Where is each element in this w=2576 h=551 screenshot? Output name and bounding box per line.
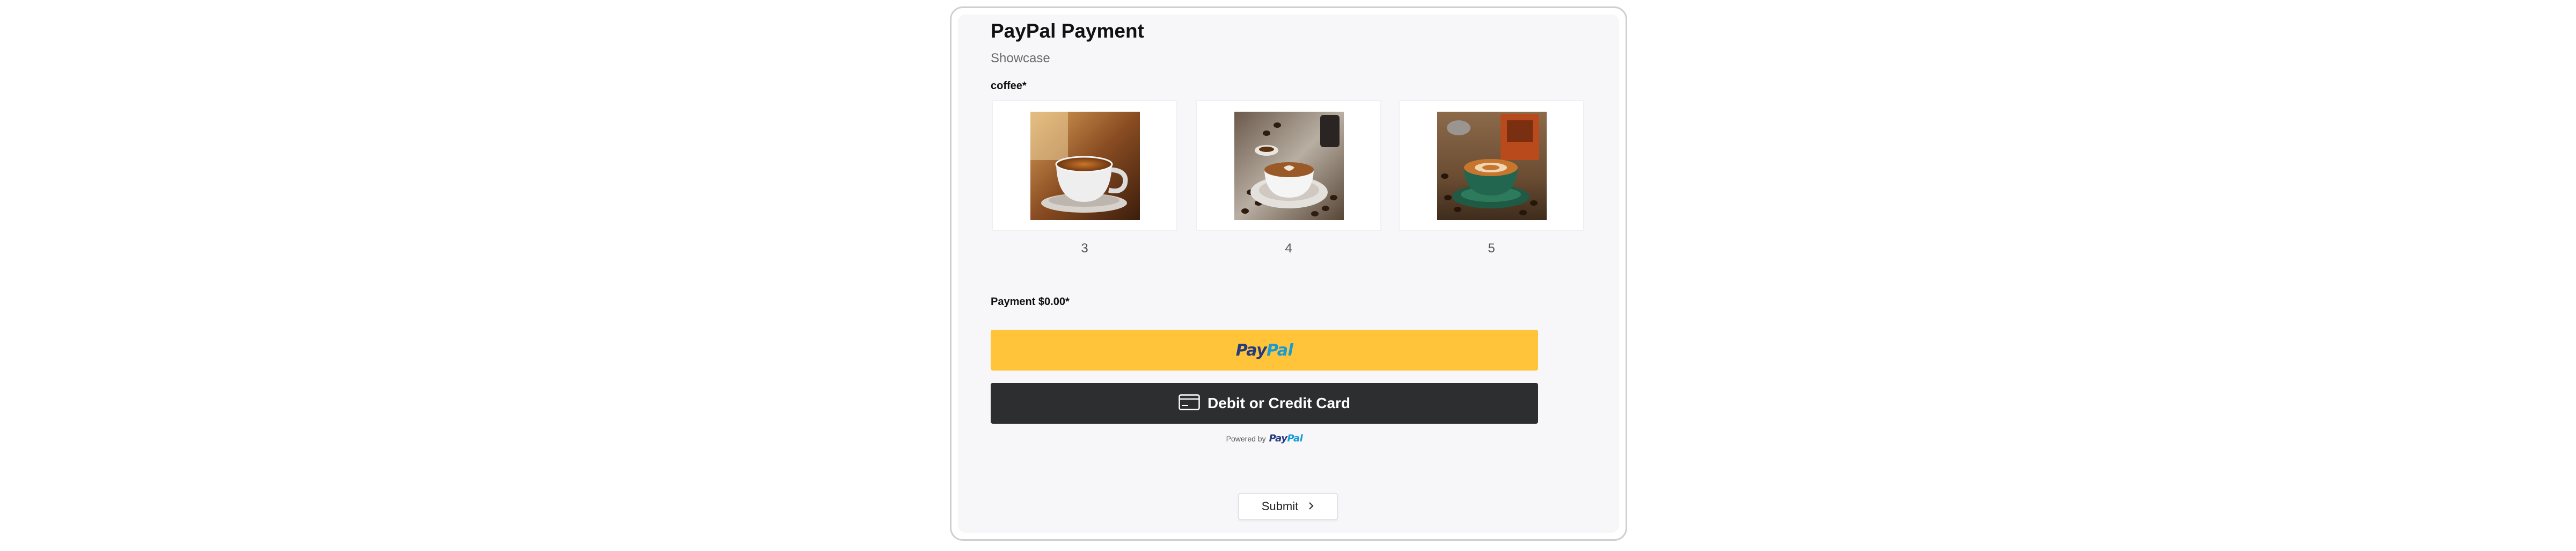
- coffee-option-4[interactable]: [1196, 100, 1381, 231]
- paypal-logo-pal: Pal: [1267, 340, 1293, 360]
- powered-by-paypal-logo: PayPal: [1269, 433, 1303, 444]
- chevron-right-icon: [1308, 499, 1314, 513]
- coffee-image-3: [1030, 112, 1140, 220]
- form-card-body: [958, 15, 1619, 533]
- form-subtitle: Showcase: [991, 51, 1050, 66]
- credit-card-icon: [1179, 394, 1200, 413]
- powered-by-paypal: Powered by PayPal: [991, 433, 1538, 444]
- debit-credit-card-label: Debit or Credit Card: [1207, 395, 1351, 411]
- debit-credit-card-button[interactable]: Debit or Credit Card: [991, 383, 1538, 424]
- paypal-logo: PayPal: [1236, 341, 1293, 360]
- form-title: PayPal Payment: [991, 20, 1144, 42]
- coffee-option-4-label: 4: [1285, 241, 1292, 256]
- form-card: [950, 6, 1627, 541]
- coffee-option-3-label: 3: [1081, 241, 1088, 256]
- coffee-image-4: [1234, 112, 1344, 220]
- coffee-field-label: coffee*: [991, 80, 1027, 92]
- coffee-image-5: [1437, 112, 1547, 220]
- coffee-option-3[interactable]: [992, 100, 1177, 231]
- payment-field-label: Payment $0.00*: [991, 296, 1070, 308]
- coffee-option-5-label: 5: [1488, 241, 1495, 256]
- powered-by-text: Powered by: [1226, 434, 1266, 443]
- paypal-button[interactable]: PayPal: [991, 330, 1538, 371]
- coffee-option-5[interactable]: [1399, 100, 1584, 231]
- submit-button[interactable]: Submit: [1238, 493, 1338, 520]
- paypal-logo-pay: Pay: [1235, 340, 1267, 360]
- powered-logo-pay: Pay: [1269, 433, 1287, 444]
- powered-logo-pal: Pal: [1287, 433, 1303, 444]
- submit-label: Submit: [1261, 499, 1299, 513]
